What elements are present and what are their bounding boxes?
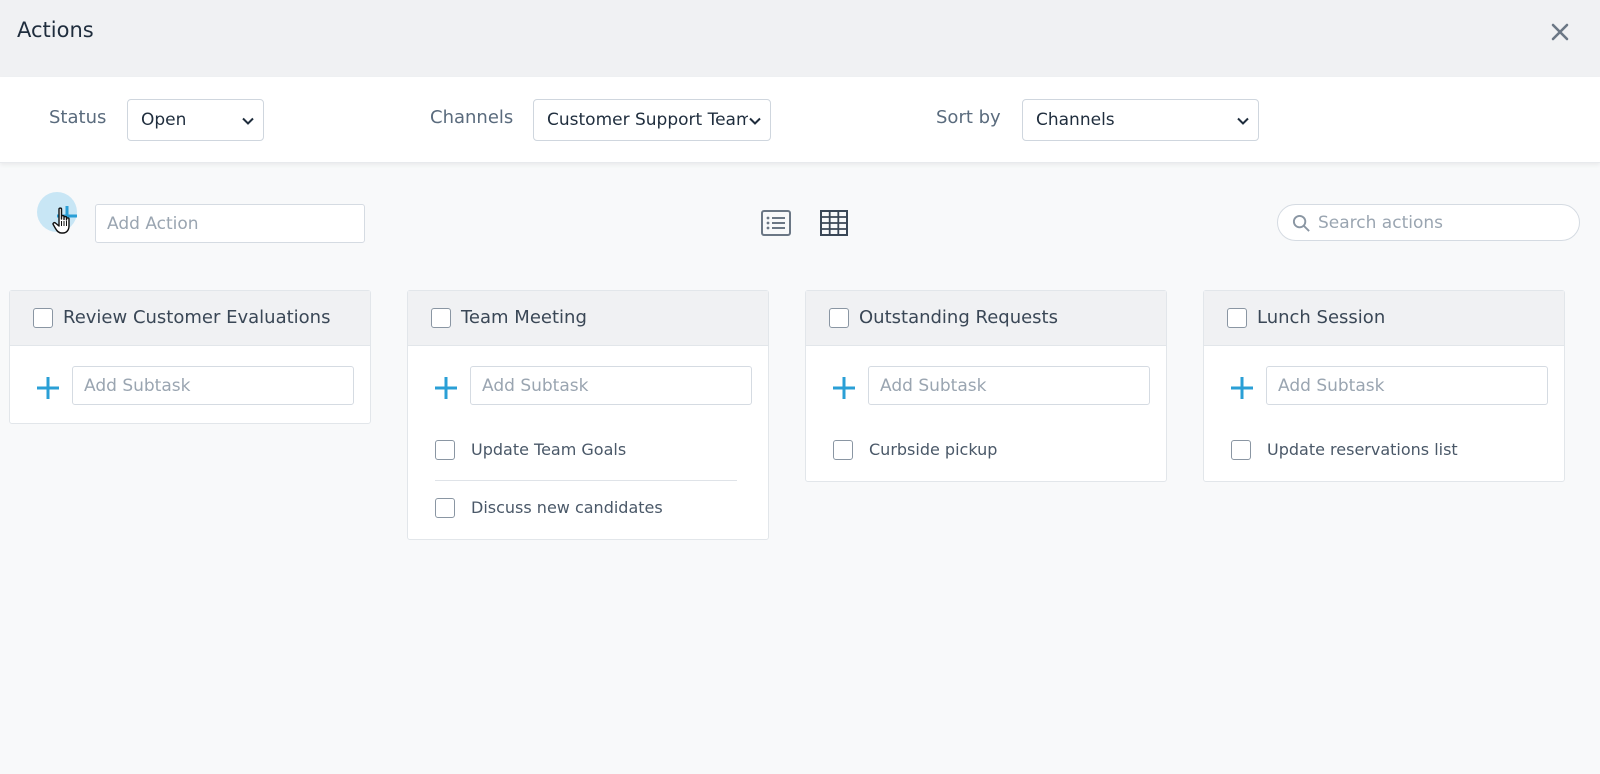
subtask-item: Update Team Goals bbox=[408, 423, 768, 481]
channels-select[interactable]: Customer Support Team bbox=[533, 99, 771, 141]
add-subtask-plus-icon[interactable] bbox=[832, 376, 856, 400]
chevron-down-icon bbox=[748, 114, 762, 128]
subtask-label: Update reservations list bbox=[1267, 440, 1458, 459]
card-title: Outstanding Requests bbox=[859, 307, 1058, 328]
subtask-item: Curbside pickup bbox=[806, 423, 1166, 481]
action-checkbox[interactable] bbox=[33, 308, 53, 328]
add-subtask-input[interactable] bbox=[72, 366, 354, 405]
status-label: Status bbox=[49, 107, 107, 128]
card-title: Lunch Session bbox=[1257, 307, 1386, 328]
channels-label: Channels bbox=[430, 107, 514, 128]
action-card: Lunch Session Update reservations list bbox=[1203, 290, 1565, 482]
channels-select-value: Customer Support Team bbox=[547, 110, 753, 130]
search-icon bbox=[1292, 214, 1310, 232]
action-checkbox[interactable] bbox=[829, 308, 849, 328]
card-header: Outstanding Requests bbox=[806, 291, 1166, 346]
action-card: Outstanding Requests Curbside pickup bbox=[805, 290, 1167, 482]
add-action-input[interactable] bbox=[95, 204, 365, 243]
add-subtask-plus-icon[interactable] bbox=[434, 376, 458, 400]
subtask-label: Curbside pickup bbox=[869, 440, 998, 459]
sort-select-value: Channels bbox=[1036, 110, 1115, 130]
add-subtask-input[interactable] bbox=[868, 366, 1150, 405]
action-card: Team Meeting Update Team Goals Discuss n… bbox=[407, 290, 769, 540]
subtask-item: Update reservations list bbox=[1204, 423, 1564, 481]
close-icon[interactable] bbox=[1548, 20, 1572, 44]
add-subtask-input[interactable] bbox=[470, 366, 752, 405]
add-subtask-input[interactable] bbox=[1266, 366, 1548, 405]
subtask-checkbox[interactable] bbox=[435, 440, 455, 460]
grid-view-icon[interactable] bbox=[818, 207, 850, 239]
chevron-down-icon bbox=[242, 117, 254, 125]
card-title: Review Customer Evaluations bbox=[63, 307, 331, 328]
subtask-checkbox[interactable] bbox=[833, 440, 853, 460]
subtask-label: Discuss new candidates bbox=[471, 498, 663, 517]
add-subtask-plus-icon[interactable] bbox=[1230, 376, 1254, 400]
card-header: Review Customer Evaluations bbox=[10, 291, 370, 346]
card-header: Team Meeting bbox=[408, 291, 768, 346]
action-checkbox[interactable] bbox=[431, 308, 451, 328]
action-checkbox[interactable] bbox=[1227, 308, 1247, 328]
card-header: Lunch Session bbox=[1204, 291, 1564, 346]
subtask-checkbox[interactable] bbox=[1231, 440, 1251, 460]
hand-cursor-icon bbox=[52, 207, 70, 234]
list-view-icon[interactable] bbox=[760, 207, 792, 239]
page-title: Actions bbox=[17, 18, 94, 42]
status-select-value: Open bbox=[141, 110, 187, 130]
action-card: Review Customer Evaluations bbox=[9, 290, 371, 424]
search-box[interactable] bbox=[1277, 204, 1580, 241]
sort-label: Sort by bbox=[936, 107, 1001, 128]
search-input[interactable] bbox=[1316, 205, 1571, 240]
chevron-down-icon bbox=[1237, 117, 1249, 125]
sort-select[interactable]: Channels bbox=[1022, 99, 1259, 141]
status-select[interactable]: Open bbox=[127, 99, 264, 141]
subtask-item: Discuss new candidates bbox=[408, 481, 768, 539]
subtask-label: Update Team Goals bbox=[471, 440, 627, 459]
filter-bar: Status Open Channels Customer Support Te… bbox=[0, 77, 1600, 163]
dialog-header: Actions bbox=[0, 0, 1600, 77]
add-subtask-plus-icon[interactable] bbox=[36, 376, 60, 400]
card-title: Team Meeting bbox=[461, 307, 587, 328]
subtask-checkbox[interactable] bbox=[435, 498, 455, 518]
